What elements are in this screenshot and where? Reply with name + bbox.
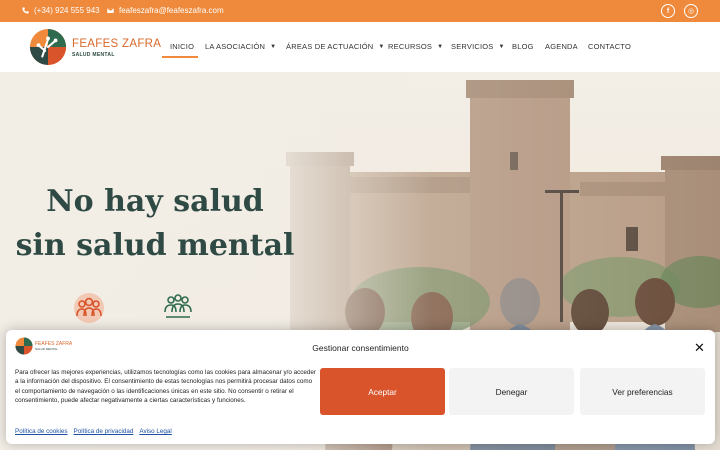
logo-subtitle: SALUD MENTAL bbox=[72, 52, 115, 58]
chevron-down-icon: ▼ bbox=[437, 43, 444, 50]
nav-label: SERVICIOS bbox=[451, 42, 494, 51]
nav-areas-de-actuacion[interactable]: ÁREAS DE ACTUACIÓN ▼ bbox=[286, 42, 385, 51]
instagram-icon[interactable]: ◎ bbox=[684, 4, 698, 18]
cookie-policy-links: Política de cookies Política de privacid… bbox=[15, 428, 172, 435]
logo-title[interactable]: FEAFES ZAFRA bbox=[72, 38, 161, 50]
hero-heading-line-2: sin salud mental bbox=[15, 228, 295, 263]
instagram-glyph: ◎ bbox=[687, 8, 695, 15]
community-icon[interactable] bbox=[162, 290, 194, 322]
nav-label: RECURSOS bbox=[388, 42, 433, 51]
cookie-dialog-title: Gestionar consentimiento bbox=[312, 343, 409, 353]
nav-agenda[interactable]: AGENDA bbox=[545, 42, 578, 51]
people-group-icon[interactable] bbox=[73, 292, 105, 324]
chevron-down-icon: ▼ bbox=[270, 43, 277, 50]
chevron-down-icon: ▼ bbox=[378, 43, 385, 50]
facebook-glyph: f bbox=[666, 7, 670, 15]
phone-contact[interactable]: (+34) 924 555 943 bbox=[22, 6, 100, 15]
nav-la-asociacion[interactable]: LA ASOCIACIÓN ▼ bbox=[205, 42, 276, 51]
site-header: FEAFES ZAFRA SALUD MENTAL INICIO LA ASOC… bbox=[0, 22, 720, 72]
nav-contacto[interactable]: CONTACTO bbox=[588, 42, 631, 51]
nav-label: ÁREAS DE ACTUACIÓN bbox=[286, 42, 374, 51]
phone-number[interactable]: (+34) 924 555 943 bbox=[34, 6, 100, 15]
cookie-description: Para ofrecer las mejores experiencias, u… bbox=[15, 369, 316, 404]
nav-label: AGENDA bbox=[545, 42, 578, 51]
nav-label: LA ASOCIACIÓN bbox=[205, 42, 266, 51]
email-contact[interactable]: feafeszafra@feafeszafra.com bbox=[107, 6, 224, 15]
logo-icon[interactable] bbox=[29, 28, 67, 66]
active-nav-indicator bbox=[162, 56, 198, 58]
phone-icon bbox=[22, 7, 29, 14]
nav-blog[interactable]: BLOG bbox=[512, 42, 534, 51]
facebook-icon[interactable]: f bbox=[661, 4, 675, 18]
email-address[interactable]: feafeszafra@feafeszafra.com bbox=[119, 6, 224, 15]
nav-label: CONTACTO bbox=[588, 42, 631, 51]
deny-button[interactable]: Denegar bbox=[449, 368, 574, 415]
top-bar: (+34) 924 555 943 feafeszafra@feafeszafr… bbox=[0, 0, 720, 22]
accept-button[interactable]: Aceptar bbox=[320, 368, 445, 415]
view-preferences-button[interactable]: Ver preferencias bbox=[580, 368, 705, 415]
nav-recursos[interactable]: RECURSOS ▼ bbox=[388, 42, 443, 51]
close-icon[interactable]: ✕ bbox=[694, 341, 705, 354]
envelope-icon bbox=[107, 7, 114, 14]
chevron-down-icon: ▼ bbox=[498, 43, 505, 50]
nav-inicio[interactable]: INICIO bbox=[170, 42, 194, 51]
nav-label: INICIO bbox=[170, 42, 195, 51]
hero-heading-line-1: No hay salud bbox=[46, 184, 264, 219]
nav-servicios[interactable]: SERVICIOS ▼ bbox=[451, 42, 505, 51]
privacy-policy-link[interactable]: Política de privacidad bbox=[74, 428, 134, 435]
cookie-policy-link[interactable]: Política de cookies bbox=[15, 428, 68, 435]
nav-label: BLOG bbox=[512, 42, 534, 51]
legal-notice-link[interactable]: Aviso Legal bbox=[139, 428, 171, 435]
cookie-consent-dialog: FEAFES ZAFRA SALUD MENTAL Gestionar cons… bbox=[6, 330, 715, 444]
